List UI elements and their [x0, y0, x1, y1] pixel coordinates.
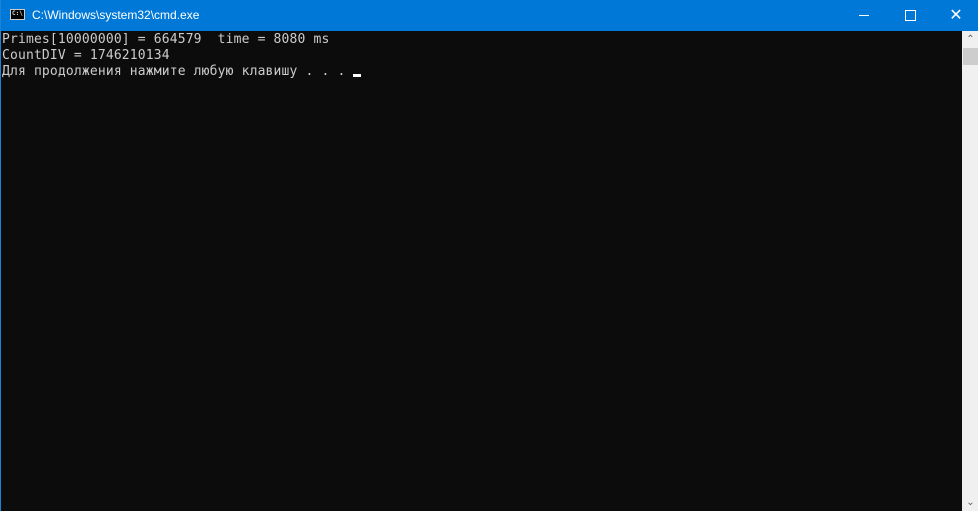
- minimize-icon: [859, 15, 869, 16]
- vertical-scrollbar[interactable]: ⌃ ⌄: [962, 31, 978, 511]
- cmd-icon: C:\: [10, 9, 25, 20]
- console-line: Для продолжения нажмите любую клавишу . …: [2, 64, 962, 80]
- text-cursor: [353, 74, 362, 77]
- console-output[interactable]: Primes[10000000] = 664579 time = 8080 ms…: [2, 32, 962, 511]
- close-button[interactable]: ✕: [933, 0, 978, 31]
- console-prompt-text: Для продолжения нажмите любую клавишу . …: [2, 64, 346, 79]
- maximize-icon: [904, 10, 916, 21]
- cmd-window: C:\ C:\Windows\system32\cmd.exe ✕ Primes…: [0, 0, 978, 511]
- minimize-button[interactable]: [841, 0, 887, 31]
- console-line: Primes[10000000] = 664579 time = 8080 ms: [2, 32, 330, 47]
- maximize-button[interactable]: [887, 0, 933, 31]
- scroll-up-icon[interactable]: ⌃: [962, 31, 978, 48]
- console-line: CountDIV = 1746210134: [2, 48, 170, 63]
- scroll-down-icon[interactable]: ⌄: [962, 494, 978, 511]
- scrollbar-thumb[interactable]: [963, 48, 978, 65]
- title-bar[interactable]: C:\ C:\Windows\system32\cmd.exe ✕: [1, 0, 978, 31]
- close-icon: ✕: [949, 6, 963, 24]
- window-title: C:\Windows\system32\cmd.exe: [32, 8, 200, 22]
